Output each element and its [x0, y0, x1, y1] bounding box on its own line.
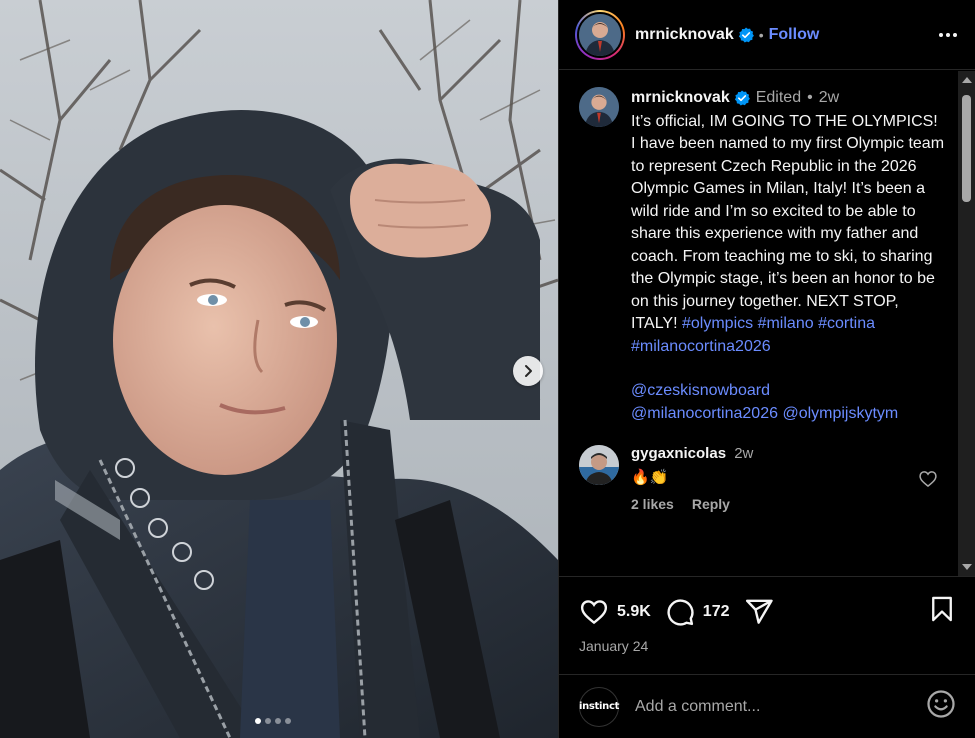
- verified-icon: [738, 27, 754, 42]
- author-avatar-image: [579, 13, 621, 56]
- scroll-up-arrow[interactable]: [962, 77, 972, 83]
- comment-reply-button[interactable]: Reply: [692, 496, 730, 512]
- caption-avatar-image: [579, 87, 619, 127]
- edited-label: Edited: [755, 89, 802, 106]
- caption-username[interactable]: mrnicknovak: [631, 87, 730, 110]
- emoji-button[interactable]: [926, 689, 956, 724]
- carousel-dot: [275, 718, 281, 724]
- commenter-username[interactable]: gygaxnicolas: [631, 445, 726, 462]
- follow-button[interactable]: Follow: [769, 26, 820, 44]
- like-button[interactable]: 5.9K: [579, 597, 651, 627]
- heart-icon: [580, 599, 608, 624]
- author-username[interactable]: mrnicknovak: [635, 26, 734, 44]
- carousel-dot: [285, 718, 291, 724]
- commenter-avatar[interactable]: [579, 445, 619, 485]
- comments-scroll-area[interactable]: mrnicknovak Edited • 2w It’s official, I…: [559, 71, 975, 576]
- hashtag-link[interactable]: #olympics: [682, 315, 753, 332]
- bookmark-icon: [932, 596, 952, 622]
- save-button[interactable]: [928, 595, 956, 628]
- post-date[interactable]: January 24: [579, 638, 956, 654]
- post-header: mrnicknovak • Follow: [559, 0, 975, 70]
- more-options-button[interactable]: [939, 32, 957, 37]
- heart-icon[interactable]: [918, 469, 938, 489]
- hashtag-link[interactable]: #milanocortina2026: [631, 338, 771, 355]
- author-avatar[interactable]: [575, 9, 625, 60]
- comment-count[interactable]: 172: [703, 603, 730, 621]
- mention-link[interactable]: @czeskisnowboard: [631, 382, 770, 399]
- post-modal: mrnicknovak • Follow mrnicknovak Edited …: [0, 0, 975, 738]
- post-actions: 5.9K 172 January 24: [559, 576, 975, 654]
- caption-mentions: @czeskisnowboard @milanocortina2026 @oly…: [631, 380, 946, 425]
- add-comment-bar: instinct: [559, 674, 975, 738]
- caption-time[interactable]: 2w: [819, 87, 839, 110]
- more-icon: [939, 32, 943, 37]
- carousel-dot: [255, 718, 261, 724]
- scrollbar-thumb[interactable]: [962, 95, 971, 202]
- hashtag-link[interactable]: #cortina: [818, 315, 875, 332]
- comment-button[interactable]: 172: [665, 597, 730, 627]
- comments-scrollbar[interactable]: [958, 71, 975, 576]
- mention-link[interactable]: @milanocortina2026: [631, 405, 778, 422]
- carousel-indicator: [255, 718, 291, 724]
- carousel-dot: [265, 718, 271, 724]
- mention-link[interactable]: @olympijskytym: [782, 405, 898, 422]
- share-icon: [745, 599, 773, 624]
- chevron-right-icon: [525, 365, 532, 377]
- share-button[interactable]: [744, 597, 774, 627]
- comment-time[interactable]: 2w: [734, 445, 753, 462]
- comment-text: 🔥👏: [631, 469, 669, 486]
- carousel-next-button[interactable]: [513, 356, 543, 386]
- comment-input[interactable]: [635, 697, 905, 716]
- post-photo: [0, 0, 558, 738]
- commenter-avatar-image: [579, 445, 619, 485]
- post-details-panel: mrnicknovak • Follow mrnicknovak Edited …: [558, 0, 975, 738]
- caption-avatar[interactable]: [579, 87, 619, 127]
- like-count[interactable]: 5.9K: [617, 603, 651, 621]
- hashtag-link[interactable]: #milano: [758, 315, 814, 332]
- comment-item: gygaxnicolas 2w 🔥👏 2 likes Reply: [559, 425, 975, 512]
- post-caption: mrnicknovak Edited • 2w It’s official, I…: [559, 71, 975, 425]
- current-user-avatar[interactable]: instinct: [578, 686, 620, 727]
- header-separator: •: [758, 26, 764, 43]
- caption-text: It’s official, IM GOING TO THE OLYMPICS!…: [631, 112, 949, 355]
- caption-separator: •: [807, 89, 813, 106]
- emoji-icon: [927, 690, 955, 718]
- comment-icon: [667, 598, 694, 626]
- verified-icon: [734, 90, 750, 106]
- current-user-avatar-text: instinct: [578, 701, 620, 712]
- post-media[interactable]: [0, 0, 558, 738]
- scroll-down-arrow[interactable]: [962, 564, 972, 570]
- comment-likes[interactable]: 2 likes: [631, 496, 674, 512]
